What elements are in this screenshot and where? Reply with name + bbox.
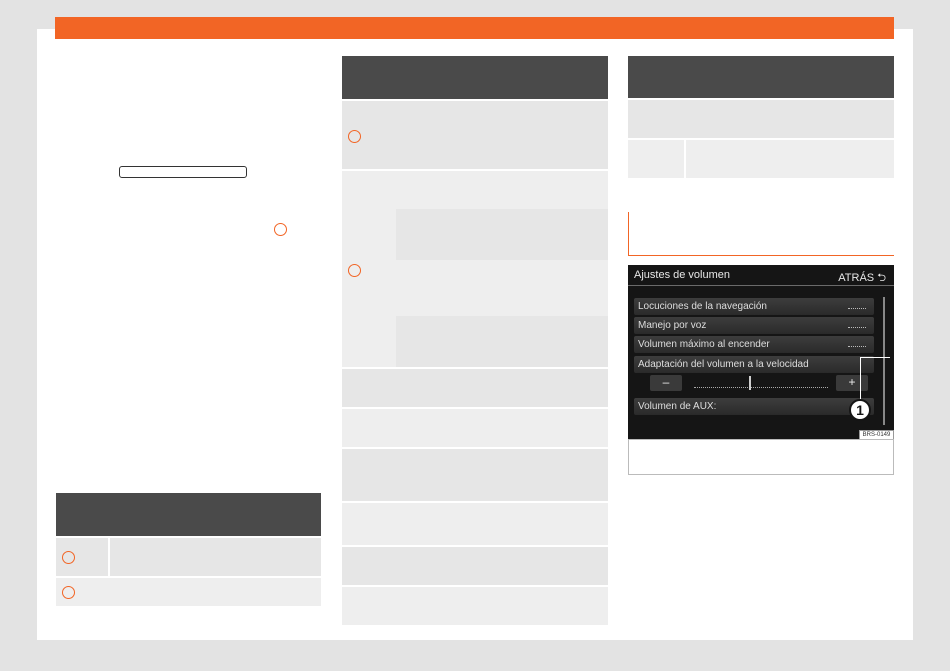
- marker-circle-icon: [62, 551, 75, 564]
- volume-slider[interactable]: [694, 383, 828, 388]
- table-row: [56, 578, 321, 606]
- table-row: [628, 100, 894, 138]
- infotainment-screen: Ajustes de volumen ATRÁS ⮌ Locuciones de…: [628, 265, 894, 439]
- level-indicator: [848, 343, 866, 347]
- marker-circle-icon: [348, 264, 361, 277]
- table-header: [56, 493, 321, 536]
- menu-item-speed-volume[interactable]: Adaptación del volumen a la velocidad: [634, 356, 874, 373]
- table-row: [342, 101, 608, 169]
- marker-circle-icon: [62, 586, 75, 599]
- table-row: [342, 587, 608, 625]
- figure-caption-box: [628, 439, 894, 475]
- scrollbar[interactable]: [883, 297, 885, 425]
- slider-handle[interactable]: [749, 376, 751, 390]
- note-frame: [628, 212, 894, 256]
- level-indicator: [848, 324, 866, 328]
- menu-item-label: Adaptación del volumen a la velocidad: [638, 359, 809, 370]
- title-divider: [628, 285, 894, 286]
- screen-title: Ajustes de volumen: [634, 269, 730, 281]
- minus-button[interactable]: –: [650, 375, 682, 391]
- table-row: [342, 503, 608, 545]
- plus-button[interactable]: +: [836, 375, 868, 391]
- menu-item-label: Locuciones de la navegación: [638, 301, 767, 312]
- table-header: [628, 56, 894, 98]
- table-row: [342, 449, 608, 501]
- back-label: ATRÁS: [838, 272, 875, 284]
- table-row: [342, 547, 608, 585]
- menu-item-navigation-voice[interactable]: Locuciones de la navegación: [634, 298, 874, 315]
- level-indicator: [848, 305, 866, 309]
- menu-item-label: Volumen de AUX:: [638, 401, 717, 412]
- table-row: [56, 538, 321, 576]
- marker-circle-icon: [348, 130, 361, 143]
- table-subrow: [396, 316, 608, 367]
- table-divider: [684, 140, 686, 178]
- menu-item-label: Manejo por voz: [638, 320, 707, 331]
- return-arrow-icon: ⮌: [877, 272, 886, 284]
- callout-line: [860, 357, 890, 358]
- menu-item-max-volume[interactable]: Volumen máximo al encender: [634, 336, 874, 353]
- menu-item-aux-volume[interactable]: Volumen de AUX: B: [634, 398, 874, 415]
- inline-field-box: [119, 166, 247, 178]
- chapter-header-bar: [55, 17, 894, 39]
- callout-badge: 1: [849, 399, 871, 421]
- table-row: [342, 369, 608, 407]
- table-divider: [108, 538, 110, 576]
- table-row: [342, 409, 608, 447]
- menu-item-label: Volumen máximo al encender: [638, 339, 770, 350]
- menu-item-voice-control[interactable]: Manejo por voz: [634, 317, 874, 334]
- callout-line: [860, 357, 861, 399]
- table-header: [342, 56, 608, 99]
- table-subrow: [396, 209, 608, 260]
- marker-circle-icon: [274, 223, 287, 236]
- table-row: [628, 140, 894, 178]
